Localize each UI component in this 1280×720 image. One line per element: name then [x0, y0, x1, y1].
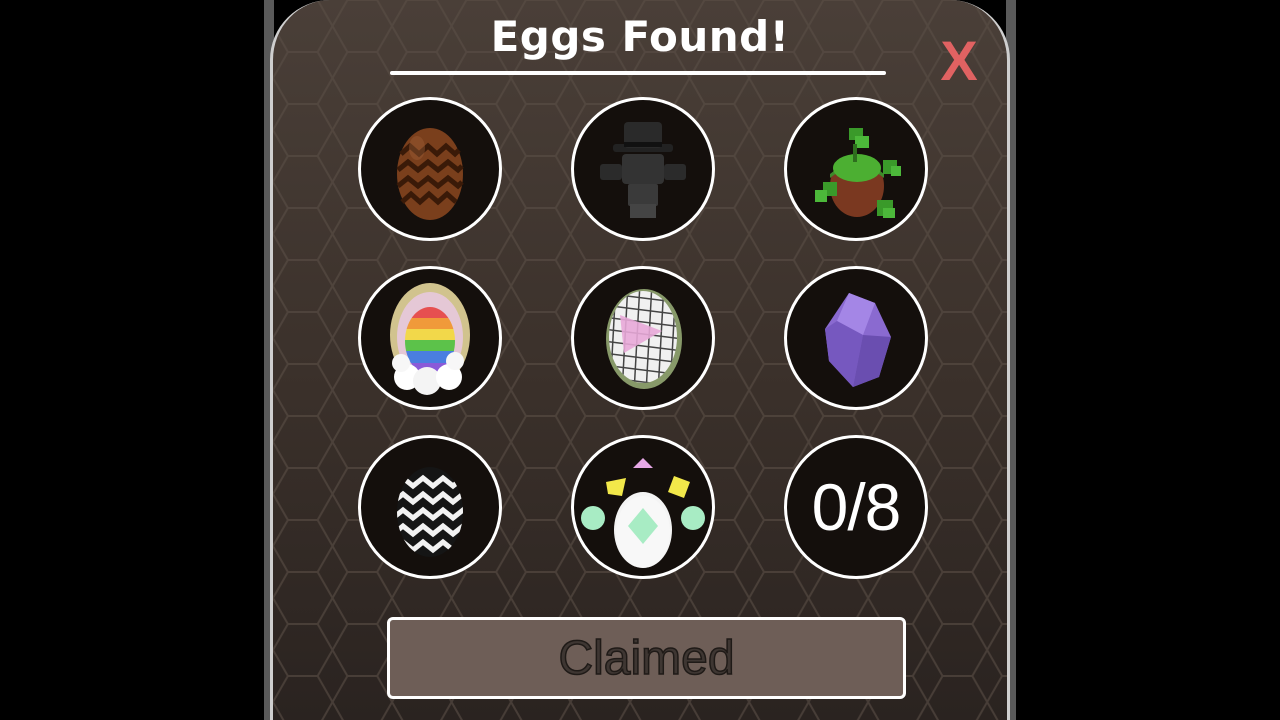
leafy-egg-icon: [815, 128, 901, 218]
pastel-gem-egg-icon: [581, 458, 705, 568]
egg-slot-8[interactable]: [571, 435, 715, 579]
egg-slot-2[interactable]: [571, 97, 715, 241]
claimed-button[interactable]: Claimed: [387, 617, 906, 699]
brown-chevron-egg-icon: [396, 128, 464, 220]
claimed-button-label: Claimed: [558, 631, 736, 686]
egg-slot-3[interactable]: [784, 97, 928, 241]
eggs-found-dialog: Eggs Found! X 0/8 Claimed: [270, 0, 1010, 720]
egg-slot-6[interactable]: [784, 266, 928, 410]
egg-slot-5[interactable]: [571, 266, 715, 410]
black-white-zigzag-egg-icon: [397, 467, 463, 557]
egg-slot-1[interactable]: [358, 97, 502, 241]
progress-counter: 0/8: [784, 435, 928, 579]
purple-crystal-egg-icon: [825, 293, 891, 387]
progress-counter-text: 0/8: [811, 470, 902, 544]
close-button[interactable]: X: [937, 33, 981, 89]
top-hat-figure-icon: [600, 122, 686, 218]
egg-slot-4[interactable]: [358, 266, 502, 410]
grid-pattern-egg-icon: [606, 289, 682, 389]
dialog-title: Eggs Found!: [490, 12, 790, 61]
egg-slot-7[interactable]: [358, 435, 502, 579]
rainbow-cloud-egg-icon: [390, 283, 470, 395]
title-underline: [390, 71, 886, 75]
